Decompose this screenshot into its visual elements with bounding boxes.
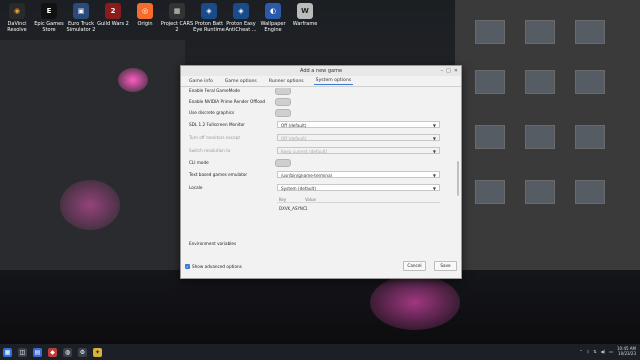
desktop-icon-label: Epic Games Store bbox=[34, 21, 64, 33]
origin-icon: ◎ bbox=[137, 3, 153, 19]
lutris-icon[interactable]: ✦ bbox=[93, 347, 102, 357]
discrete-graphics-toggle[interactable] bbox=[275, 109, 291, 117]
gamemode-toggle[interactable] bbox=[275, 88, 291, 95]
browser-icon[interactable]: ◍ bbox=[63, 347, 72, 357]
network-icon[interactable]: ⇅ bbox=[593, 349, 596, 354]
close-icon[interactable]: ✕ bbox=[454, 68, 458, 74]
volume-icon[interactable]: ◀) bbox=[601, 349, 606, 354]
monitors-label: Turn off monitors except bbox=[189, 135, 240, 140]
tab-system-options[interactable]: System options bbox=[313, 77, 354, 85]
chevron-down-icon: ▼ bbox=[432, 136, 436, 141]
wet-ground bbox=[0, 270, 640, 345]
terminal-label: Text based games emulator bbox=[189, 172, 248, 177]
epic-games-icon: E bbox=[41, 3, 57, 19]
dialog-title: Add a new game bbox=[299, 68, 343, 74]
discrete-graphics-label: Use discrete graphics bbox=[189, 110, 235, 115]
env-key-cell[interactable]: DXVK_ASYNC bbox=[279, 206, 306, 211]
panel-scrollbar[interactable] bbox=[457, 161, 459, 196]
monitors-select: Off (default) ▼ bbox=[277, 134, 440, 141]
env-value-cell[interactable]: 1 bbox=[305, 206, 308, 211]
chevron-down-icon: ▼ bbox=[432, 123, 436, 128]
locale-select[interactable]: System (default) ▼ bbox=[277, 184, 440, 191]
right-building bbox=[455, 0, 640, 300]
warframe-icon: W bbox=[297, 3, 313, 19]
app-store-icon[interactable]: ◆ bbox=[48, 347, 57, 357]
desktop-icon-davinci-resolve[interactable]: ◉ DaVinci Resolve bbox=[0, 3, 34, 33]
system-options-panel: Enable Feral GameMode Enable NVIDIA Prim… bbox=[187, 88, 449, 248]
proton-icon: ◈ bbox=[201, 3, 217, 19]
guild-wars-icon: 2 bbox=[105, 3, 121, 19]
desktop-icon-label: Guild Wars 2 bbox=[97, 21, 129, 27]
chevron-down-icon: ▼ bbox=[432, 149, 436, 154]
left-building bbox=[0, 40, 185, 280]
cli-mode-label: CLI mode bbox=[189, 160, 209, 165]
euro-truck-icon: ▣ bbox=[73, 3, 89, 19]
maximize-icon[interactable]: □ bbox=[446, 68, 451, 74]
prime-offload-label: Enable NVIDIA Prime Render Offload bbox=[189, 99, 266, 104]
dialog-footer: ✓ Show advanced options Cancel Save bbox=[181, 261, 461, 278]
project-cars-icon: ▦ bbox=[169, 3, 185, 19]
desktop-icon-warframe[interactable]: W Warframe bbox=[288, 3, 322, 27]
desktop-icon-guild-wars-2[interactable]: 2 Guild Wars 2 bbox=[96, 3, 130, 27]
start-menu-icon[interactable]: ▦ bbox=[3, 347, 12, 357]
system-tray: ⌃ ᛒ ⇅ ◀) ▭ 10:45 AM 10/23/23 bbox=[579, 346, 636, 356]
gamemode-label: Enable Feral GameMode bbox=[189, 88, 241, 93]
chevron-down-icon: ▼ bbox=[432, 173, 436, 178]
proton-icon: ◈ bbox=[233, 3, 249, 19]
desktop-icon-euro-truck[interactable]: ▣ Euro Truck Simulator 2 bbox=[64, 3, 98, 33]
cancel-button[interactable]: Cancel bbox=[403, 261, 426, 271]
add-game-dialog: Add a new game – □ ✕ Game info Game opti… bbox=[180, 65, 462, 279]
desktop-icon-proton-battleye[interactable]: ◈ Proton Batt Eye Runtime bbox=[192, 3, 226, 33]
locale-label: Locale bbox=[189, 185, 203, 190]
monitors-value: Off (default) bbox=[281, 136, 307, 141]
sdl-monitor-value: Off (default) bbox=[281, 123, 307, 128]
resolution-select: Keep current (default) ▼ bbox=[277, 147, 440, 154]
clock-date: 10/23/23 bbox=[618, 351, 636, 356]
settings-icon[interactable]: ⚙ bbox=[78, 347, 87, 357]
resolution-label: Switch resolution to bbox=[189, 148, 231, 153]
battery-icon[interactable]: ▭ bbox=[609, 349, 613, 354]
save-button[interactable]: Save bbox=[434, 261, 457, 271]
desktop-icon-epic-games[interactable]: E Epic Games Store bbox=[32, 3, 66, 33]
desktop-icon-label: DaVinci Resolve bbox=[7, 21, 27, 33]
wallpaper-engine-icon: ◐ bbox=[265, 3, 281, 19]
tab-runner-options[interactable]: Runner options bbox=[267, 78, 306, 85]
desktop-icon-label: Warframe bbox=[292, 21, 318, 27]
desktop-icon-project-cars-2[interactable]: ▦ Project CARS 2 bbox=[160, 3, 194, 33]
locale-value: System (default) bbox=[281, 186, 316, 191]
desktop-icon-label: Proton Batt Eye Runtime bbox=[193, 21, 225, 33]
davinci-resolve-icon: ◉ bbox=[9, 3, 25, 19]
desktop-icon-label: Project CARS 2 bbox=[160, 21, 194, 33]
desktop-icon-label: Euro Truck Simulator 2 bbox=[66, 21, 96, 33]
desktop-icon-origin[interactable]: ◎ Origin bbox=[128, 3, 162, 27]
desktop-icon-wallpaper-engine[interactable]: ◐ Wallpaper Engine bbox=[256, 3, 290, 33]
terminal-select[interactable]: /usr/bin/gnome-terminal ▼ bbox=[277, 171, 440, 178]
clock[interactable]: 10:45 AM 10/23/23 bbox=[617, 346, 636, 356]
chevron-up-icon[interactable]: ⌃ bbox=[579, 349, 582, 354]
taskbar: ▦ ◫ ▤ ◆ ◍ ⚙ ✦ ⌃ ᛒ ⇅ ◀) ▭ 10:45 AM 10/23/… bbox=[0, 344, 640, 360]
resolution-value: Keep current (default) bbox=[281, 149, 328, 154]
bluetooth-icon[interactable]: ᛒ bbox=[587, 349, 589, 354]
desktop-icon-proton-eac[interactable]: ◈ Proton Easy AntiCheat ... bbox=[224, 3, 258, 33]
advanced-options-checkbox[interactable]: ✓ bbox=[185, 264, 190, 269]
prime-offload-toggle[interactable] bbox=[275, 98, 291, 106]
env-table-divider bbox=[277, 202, 440, 203]
desktop-icon-label: Origin bbox=[137, 21, 153, 27]
task-view-icon[interactable]: ◫ bbox=[18, 347, 27, 357]
tab-game-info[interactable]: Game info bbox=[187, 78, 215, 85]
minimize-icon[interactable]: – bbox=[441, 68, 444, 74]
sdl-monitor-select[interactable]: Off (default) ▼ bbox=[277, 121, 440, 128]
dialog-tabs: Game info Game options Runner options Sy… bbox=[181, 76, 461, 87]
chevron-down-icon: ▼ bbox=[432, 186, 436, 191]
terminal-value: /usr/bin/gnome-terminal bbox=[281, 173, 332, 178]
tab-game-options[interactable]: Game options bbox=[223, 78, 259, 85]
env-variables-label: Environment variables bbox=[189, 241, 237, 246]
sdl-monitor-label: SDL 1.2 Fullscreen Monitor bbox=[189, 122, 245, 127]
dialog-titlebar[interactable]: Add a new game – □ ✕ bbox=[181, 66, 461, 76]
cli-mode-toggle[interactable] bbox=[275, 159, 291, 167]
desktop-icon-label: Proton Easy AntiCheat ... bbox=[225, 21, 257, 33]
desktop-icon-label: Wallpaper Engine bbox=[260, 21, 286, 33]
advanced-options-label: Show advanced options bbox=[192, 264, 242, 269]
file-manager-icon[interactable]: ▤ bbox=[33, 347, 42, 357]
